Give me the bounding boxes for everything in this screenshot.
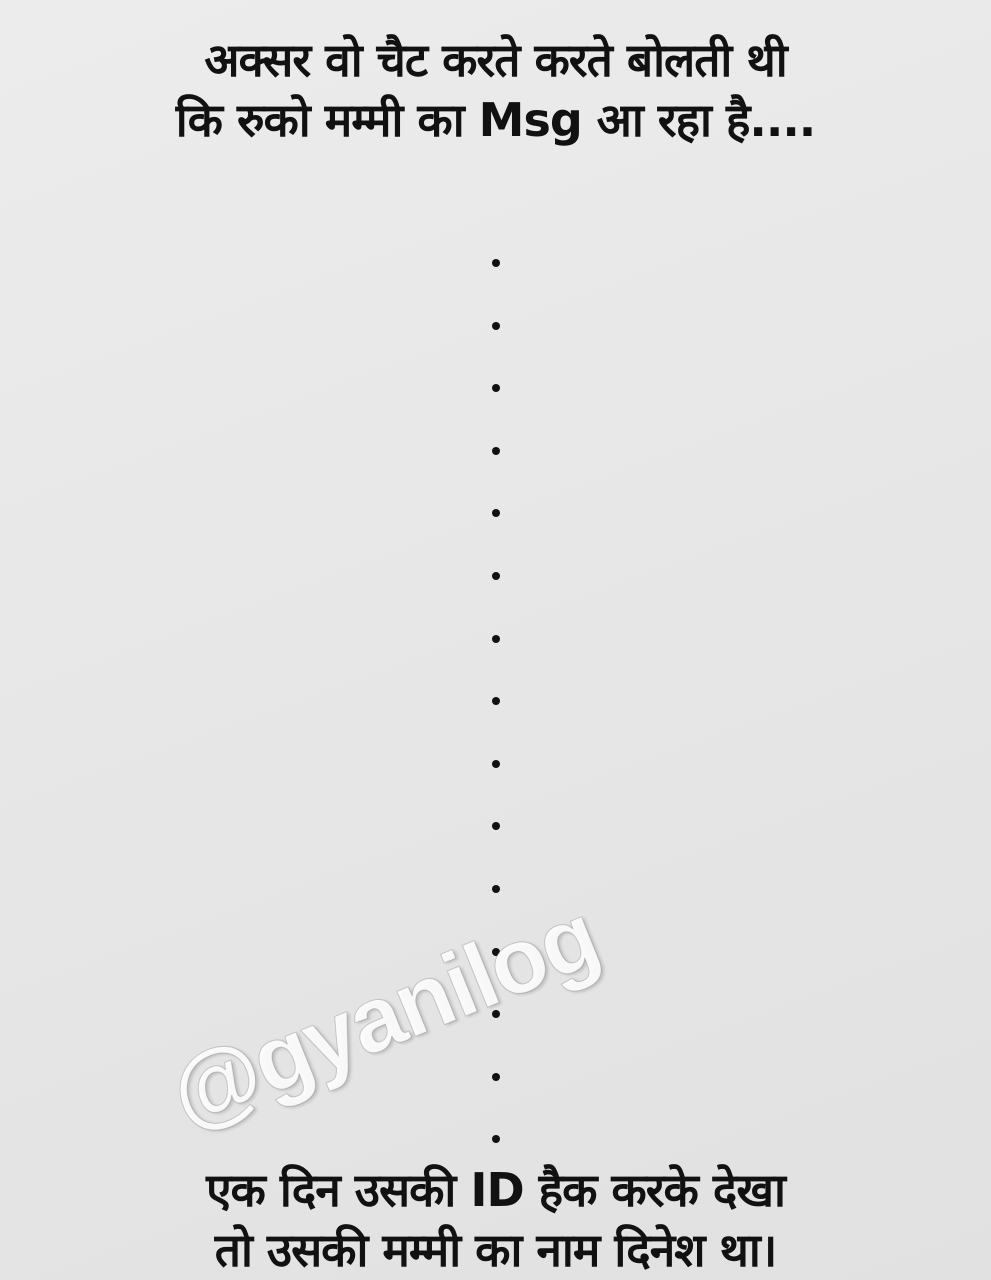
- separator-dot: [492, 259, 500, 267]
- top-caption-line-1: अक्सर वो चैट करते करते बोलती थी: [204, 33, 787, 87]
- bottom-caption: एक दिन उसकी ID हैक करके देखा तो उसकी मम्…: [0, 1160, 991, 1280]
- top-caption: अक्सर वो चैट करते करते बोलती थी कि रुको …: [0, 30, 991, 150]
- separator-dot: [492, 1135, 500, 1144]
- separator-dot: [492, 697, 500, 706]
- separator-dot: [492, 509, 500, 518]
- separator-dot: [492, 572, 500, 580]
- separator-dot: [492, 759, 500, 768]
- separator-dot: [492, 822, 500, 831]
- separator-dot: [492, 446, 500, 455]
- top-caption-line-2: कि रुको मम्मी का Msg आ रहा है....: [175, 93, 817, 147]
- separator-dot: [492, 885, 500, 893]
- watermark-text: @gyanilog: [155, 884, 612, 1148]
- separator-dot: [492, 384, 500, 393]
- separator-dot: [492, 321, 500, 330]
- separator-dot: [492, 1072, 500, 1081]
- bottom-caption-line-1: एक दिन उसकी ID हैक करके देखा: [206, 1163, 786, 1217]
- separator-dot: [492, 634, 500, 643]
- bottom-caption-line-2: तो उसकी मम्मी का नाम दिनेश था।: [214, 1223, 778, 1277]
